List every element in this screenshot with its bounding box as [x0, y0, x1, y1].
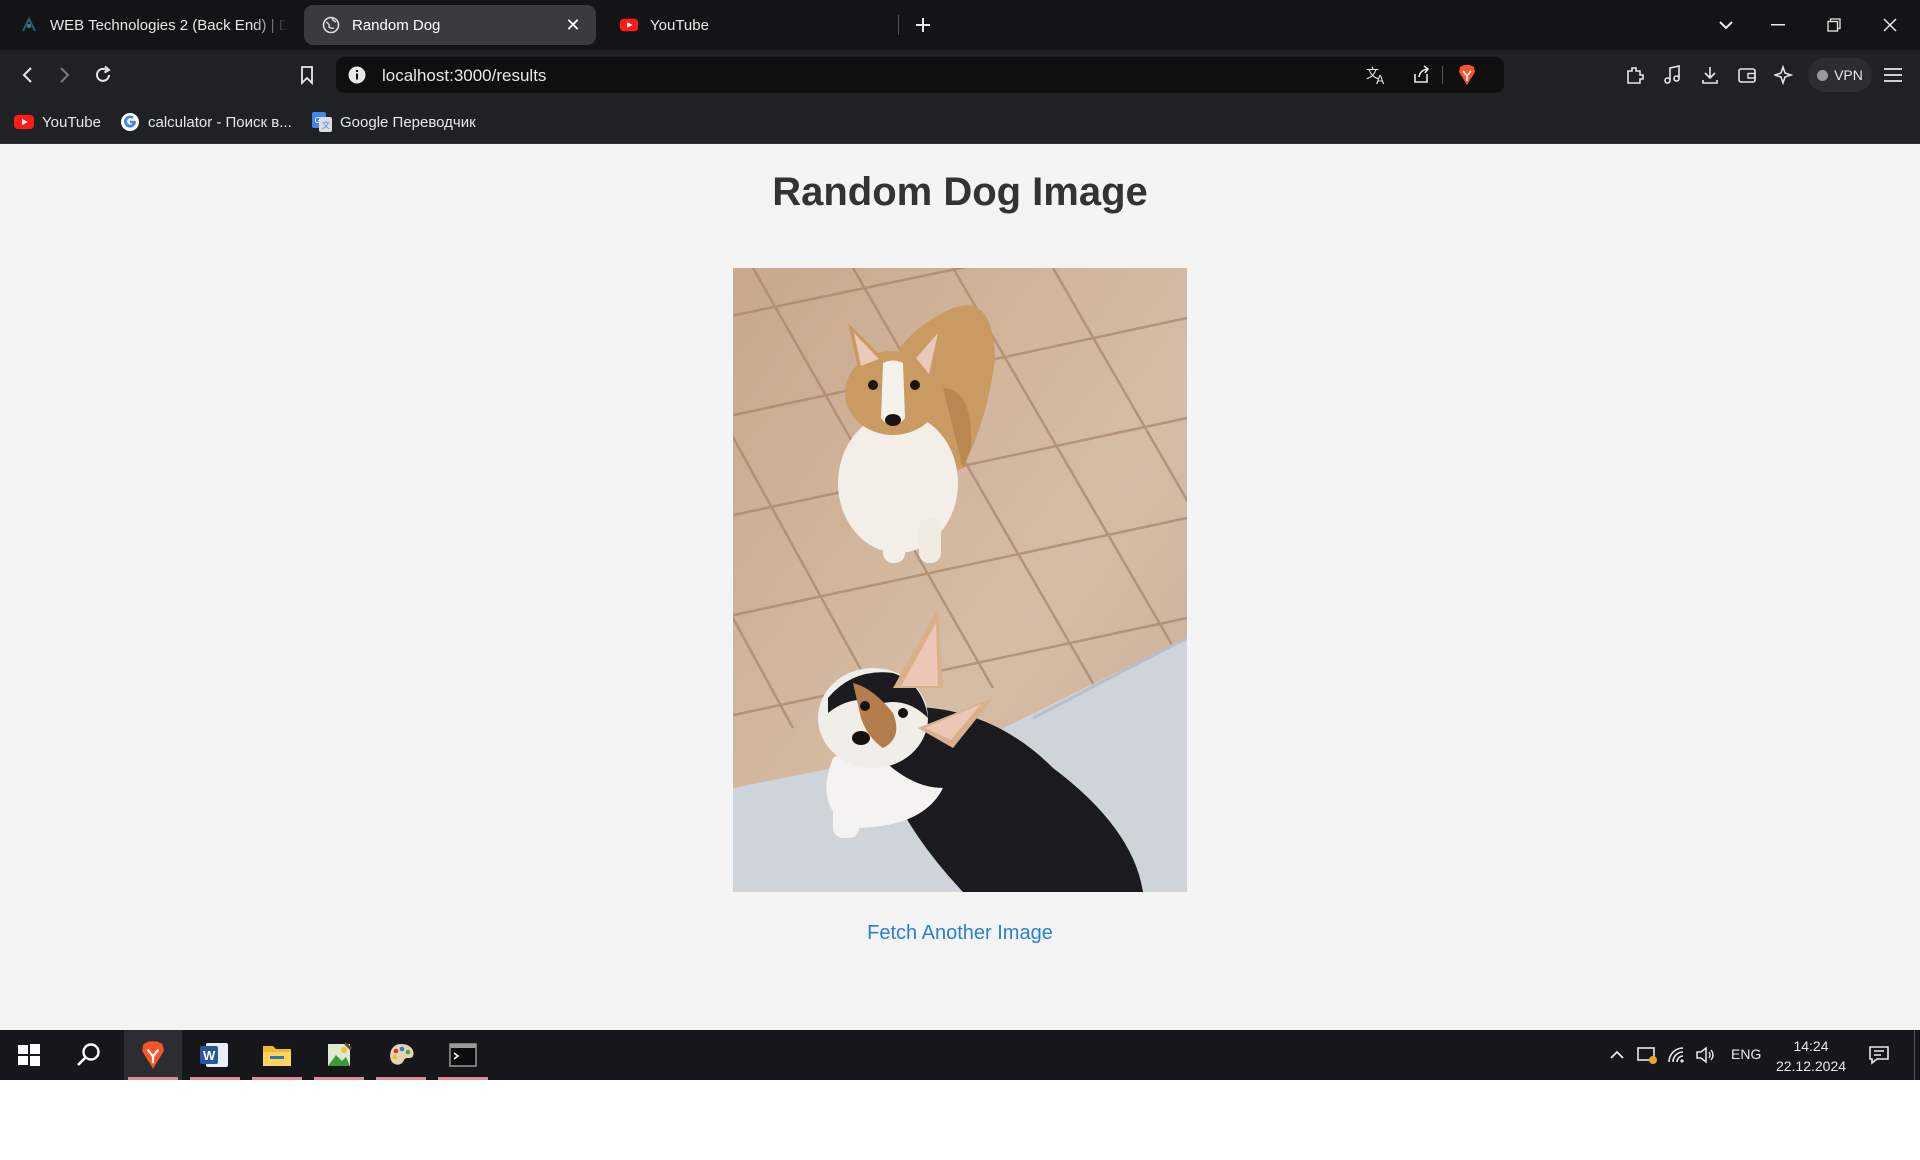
new-tab-icon[interactable] [910, 12, 936, 38]
bookmark-calculator[interactable]: calculator - Поиск в... [120, 110, 292, 134]
fetch-another-image-link-row: Fetch Another Image [0, 922, 1920, 945]
taskbar-image-viewer[interactable] [310, 1030, 368, 1080]
search-icon [77, 1043, 100, 1066]
omnibox-divider [1442, 66, 1443, 84]
tab-separator [898, 15, 899, 35]
extensions-icon[interactable] [1620, 60, 1650, 90]
svg-text:文: 文 [322, 120, 330, 130]
google-icon [120, 112, 140, 132]
share-icon[interactable] [1411, 65, 1431, 90]
system-clock[interactable]: 14:24 22.12.2024 [1768, 1036, 1854, 1076]
wallet-icon[interactable] [1732, 60, 1762, 90]
youtube-icon [620, 16, 638, 34]
taskbar-word[interactable]: W [186, 1030, 244, 1080]
fetch-another-image-link[interactable]: Fetch Another Image [867, 922, 1053, 944]
page-title: Random Dog Image [772, 170, 1148, 214]
download-icon[interactable] [1695, 60, 1725, 90]
show-desktop-button[interactable] [1914, 1030, 1915, 1080]
page-content: Random Dog Image Fetch Another Image [0, 144, 1920, 1030]
image-viewer-icon [328, 1041, 353, 1066]
vpn-label: VPN [1834, 67, 1863, 83]
bookmark-label: YouTube [42, 113, 101, 131]
bookmarks-bar: YouTube calculator - Поиск в... G文 Googl… [0, 100, 1920, 144]
notifications-icon[interactable] [1868, 1044, 1890, 1066]
clock-date: 22.12.2024 [1775, 1058, 1847, 1074]
tab-strip: WEB Technologies 2 (Back End) | Da Rando… [0, 0, 1920, 50]
close-window-icon[interactable] [1876, 12, 1904, 38]
bookmark-label: Google Переводчик [340, 113, 476, 131]
bookmark-label: calculator - Поиск в... [148, 113, 292, 131]
tray-app-icon[interactable] [1636, 1044, 1658, 1066]
tab-list-chevron-icon[interactable] [1712, 12, 1740, 38]
svg-text:A: A [1376, 73, 1385, 85]
address-bar[interactable]: localhost:3000/results 文A [336, 57, 1504, 93]
media-music-icon[interactable] [1657, 60, 1687, 90]
paint-palette-icon [390, 1044, 414, 1065]
taskbar: W ENG 14:24 22.12.2024 [0, 1030, 1920, 1080]
input-language[interactable]: ENG [1731, 1046, 1761, 1062]
taskbar-terminal[interactable] [434, 1030, 492, 1080]
tab-random-dog[interactable]: Random Dog ✕ [304, 5, 596, 45]
dog-image [733, 268, 1187, 892]
back-icon[interactable] [12, 60, 42, 90]
leo-ai-icon[interactable] [1769, 60, 1799, 90]
tab-title: YouTube [650, 16, 709, 34]
bookmark-youtube[interactable]: YouTube [14, 110, 101, 134]
volume-icon[interactable] [1694, 1044, 1716, 1066]
tab-title: WEB Technologies 2 (Back End) | Da [50, 16, 288, 34]
restore-icon[interactable] [1820, 12, 1848, 38]
reload-icon[interactable] [88, 60, 118, 90]
tray-overflow-chevron-icon[interactable] [1606, 1044, 1628, 1066]
tab-youtube[interactable]: YouTube [602, 5, 894, 45]
vpn-button[interactable]: VPN [1808, 58, 1872, 92]
vpn-status-icon [1817, 69, 1829, 81]
app-icon [20, 16, 38, 34]
browser-toolbar: localhost:3000/results 文A VPN [0, 50, 1920, 100]
youtube-icon [14, 112, 34, 132]
network-icon[interactable] [1666, 1044, 1688, 1066]
forward-icon[interactable] [50, 60, 80, 90]
taskbar-paint[interactable] [372, 1030, 430, 1080]
brave-icon [142, 1041, 164, 1069]
svg-text:W: W [203, 1048, 216, 1063]
globe-icon [322, 16, 340, 34]
google-translate-icon: G文 [312, 112, 332, 132]
start-button[interactable] [0, 1030, 58, 1080]
terminal-icon [449, 1043, 477, 1067]
windows-icon [18, 1044, 40, 1066]
url-text[interactable]: localhost:3000/results [382, 66, 546, 86]
svg-text:G: G [315, 116, 321, 125]
search-button[interactable] [60, 1030, 118, 1080]
site-info-icon[interactable] [348, 66, 366, 89]
folder-icon [263, 1046, 291, 1066]
tab-title: Random Dog [352, 16, 441, 34]
clock-time: 14:24 [1793, 1038, 1829, 1054]
word-icon: W [200, 1043, 228, 1067]
taskbar-brave[interactable] [124, 1030, 182, 1080]
bookmark-icon[interactable] [292, 60, 322, 90]
bookmark-google-translate[interactable]: G文 Google Переводчик [312, 110, 476, 134]
taskbar-file-explorer[interactable] [248, 1030, 306, 1080]
screen: WEB Technologies 2 (Back End) | Da Rando… [0, 0, 1920, 1080]
menu-icon[interactable] [1878, 60, 1908, 90]
minimize-icon[interactable] [1764, 12, 1792, 38]
close-tab-icon[interactable]: ✕ [562, 14, 584, 36]
tab-web-technologies[interactable]: WEB Technologies 2 (Back End) | Da [2, 5, 288, 45]
translate-icon[interactable]: 文A [1366, 65, 1388, 90]
blank-area [0, 1080, 1920, 1160]
brave-shields-icon[interactable] [1457, 64, 1477, 91]
